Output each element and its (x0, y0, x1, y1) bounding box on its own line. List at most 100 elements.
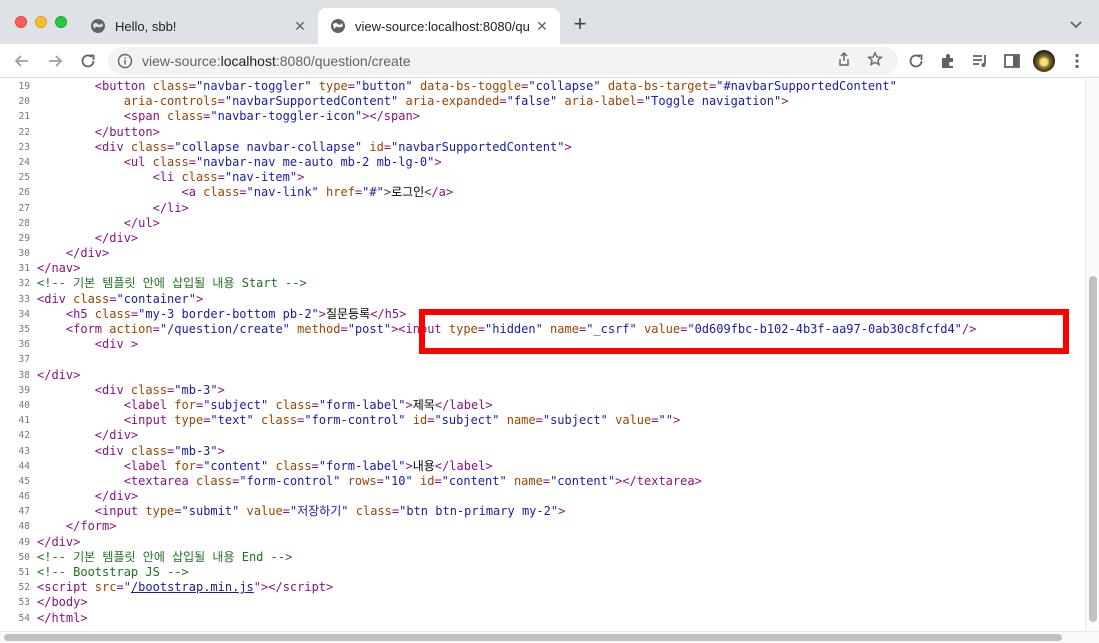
line-number: 51 (18, 567, 30, 578)
code-token: = (499, 94, 507, 109)
code-token: = (542, 473, 551, 488)
line-number: 23 (18, 141, 30, 153)
source-line: 52 <script src="/bootstrap.min.js"></scri… (0, 580, 1085, 595)
line-number: 33 (18, 293, 30, 305)
code-token: class (130, 382, 168, 397)
url-scheme: view-source: (142, 53, 221, 69)
line-code: <a class="nav-link" href="#">로그인</a> (37, 185, 453, 200)
avatar[interactable] (1033, 50, 1055, 72)
code-token: src (94, 580, 117, 595)
code-token: " (123, 580, 131, 595)
source-line: 46 </div> (0, 489, 1085, 504)
line-code: </div> (37, 489, 138, 504)
code-token: > (781, 94, 789, 109)
code-token: <form (37, 322, 110, 336)
line-code: <script src="/bootstrap.min.js"></script… (37, 580, 333, 595)
code-token: "subject" (203, 397, 269, 412)
code-token: value (246, 504, 283, 519)
code-token: > (434, 154, 442, 169)
horizontal-scrollbar-thumb[interactable] (4, 634, 1062, 641)
code-token: "form-control" (304, 413, 406, 428)
code-token: 내용 (412, 458, 435, 473)
close-icon[interactable]: ✕ (292, 18, 308, 34)
reload-icon[interactable] (78, 51, 98, 71)
refresh-icon[interactable] (906, 51, 926, 71)
chevron-down-icon[interactable] (1068, 16, 1084, 32)
code-token: <div (37, 139, 131, 154)
side-panel-icon[interactable] (1002, 51, 1022, 71)
code-token: > (217, 443, 225, 458)
browser-toolbar: view-source:localhost:8080/question/crea… (0, 44, 1099, 78)
code-token: "navbarSupportedContent" (391, 139, 565, 154)
source-line: 45 <textarea class="form-control" rows="… (0, 474, 1085, 489)
code-token: = (116, 580, 124, 595)
close-icon[interactable]: ✕ (534, 18, 550, 34)
code-token: = (217, 170, 225, 185)
code-token: "mb-3" (174, 382, 218, 397)
code-token: "button" (354, 79, 413, 93)
info-icon[interactable] (117, 53, 133, 69)
arrow-left-icon[interactable] (12, 51, 32, 71)
line-number: 29 (18, 232, 30, 244)
code-token: "content" (203, 458, 269, 473)
share-icon[interactable] (836, 51, 852, 67)
line-number: 34 (18, 308, 30, 320)
code-token: "subject" (542, 413, 608, 428)
vertical-scrollbar[interactable] (1085, 79, 1099, 631)
vertical-scrollbar-thumb[interactable] (1089, 276, 1097, 622)
line-number: 40 (18, 399, 30, 411)
line-number: 32 (18, 278, 30, 290)
source-line: 39 <div class="mb-3"> (0, 383, 1085, 398)
code-token: = (188, 79, 196, 93)
source-view[interactable]: 19 <button class="navbar-toggler" type="… (0, 79, 1085, 631)
source-link[interactable]: /bootstrap.min.js (131, 580, 254, 594)
minimize-window-button[interactable] (35, 16, 47, 28)
new-tab-button[interactable]: + (570, 13, 590, 35)
code-token: "10" (383, 473, 413, 488)
kebab-menu-icon[interactable] (1067, 51, 1087, 71)
code-token: method (297, 322, 341, 336)
line-number: 53 (18, 597, 30, 609)
code-token: class (275, 458, 312, 473)
line-code: <div class="mb-3"> (37, 444, 225, 459)
source-line: 19 <button class="navbar-toggler" type="… (0, 79, 1085, 94)
code-token: > (672, 413, 681, 428)
code-token: href (326, 185, 355, 200)
arrow-right-icon[interactable] (45, 51, 65, 71)
code-token: <a (37, 185, 204, 200)
code-token: = (152, 322, 160, 336)
code-token: "collapse navbar-collapse" (174, 139, 363, 154)
source-line: 43 <div class="mb-3"> (0, 444, 1085, 459)
code-token: "저장하기" (289, 504, 349, 519)
code-token: class (181, 170, 218, 185)
code-token: </button> (37, 124, 160, 139)
tab-hello-sbb[interactable]: Hello, sbb! ✕ (78, 8, 318, 44)
code-token: <div (37, 291, 74, 306)
line-number: 36 (18, 339, 30, 351)
line-code: </button> (37, 125, 160, 140)
star-icon[interactable] (867, 51, 883, 67)
source-line: 29 </div> (0, 231, 1085, 246)
line-code: </ul> (37, 216, 160, 231)
url-text[interactable]: view-source:localhost:8080/question/crea… (142, 53, 411, 69)
source-line: 41 <input type="text" class="form-contro… (0, 413, 1085, 428)
code-token: = (434, 473, 442, 488)
tab-view-source[interactable]: view-source:localhost:8080/qu ✕ (318, 8, 560, 44)
line-number: 43 (18, 445, 30, 457)
close-window-button[interactable] (15, 16, 27, 28)
code-token: "form-label" (318, 458, 406, 473)
line-code: </div> (37, 535, 80, 550)
code-token: "nav-item" (224, 170, 298, 185)
source-line: 40 <label for="subject" class="form-labe… (0, 398, 1085, 413)
code-token: type (174, 413, 204, 428)
address-bar[interactable]: view-source:localhost:8080/question/crea… (108, 47, 898, 75)
horizontal-scrollbar[interactable] (0, 631, 1099, 643)
puzzle-icon[interactable] (938, 51, 958, 71)
code-token: value (615, 413, 652, 428)
maximize-window-button[interactable] (55, 16, 67, 28)
media-queue-icon[interactable] (970, 51, 990, 71)
code-token: class (355, 504, 392, 519)
line-code: </div> (37, 246, 109, 261)
